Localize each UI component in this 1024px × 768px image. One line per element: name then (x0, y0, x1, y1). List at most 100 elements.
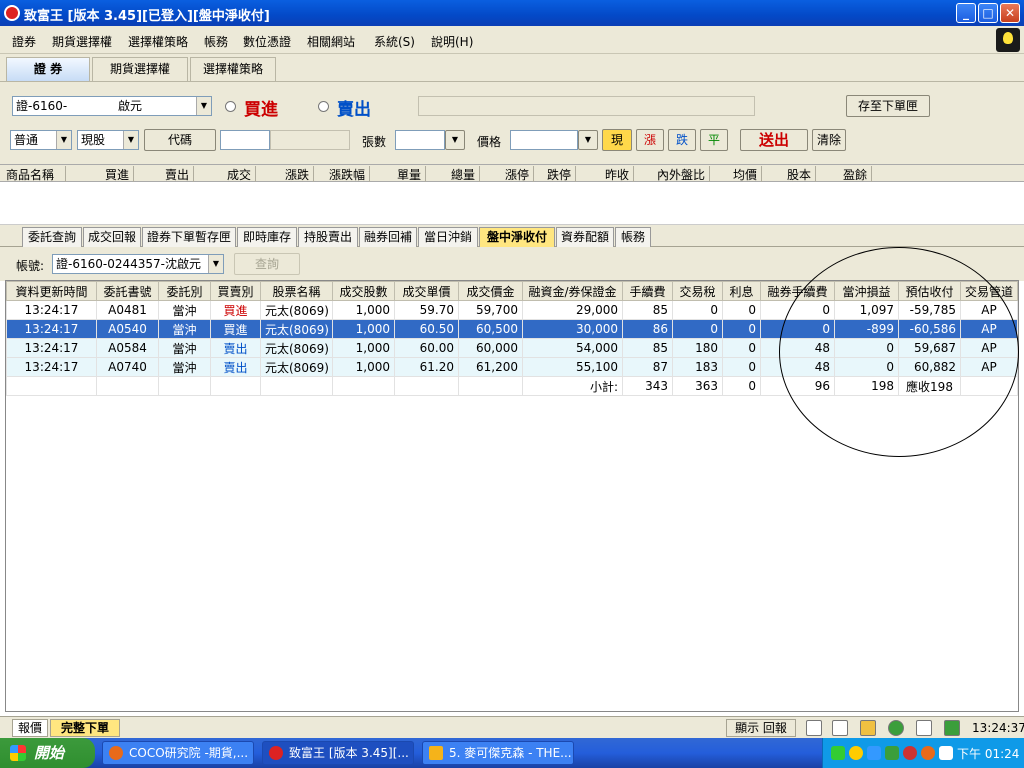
tab-short-cover[interactable]: 融券回補 (359, 227, 417, 247)
tab-quotes[interactable]: 報價 (12, 719, 48, 737)
column-header[interactable]: 交易管道 (960, 281, 1018, 301)
tab-accounting[interactable]: 帳務 (615, 227, 651, 247)
maximize-button[interactable]: □ (978, 3, 998, 23)
menu-accounting[interactable]: 帳務 (204, 33, 228, 50)
price-now-button[interactable]: 現 (602, 129, 632, 151)
tab-inventory[interactable]: 即時庫存 (237, 227, 297, 247)
close-button[interactable]: ✕ (1000, 3, 1020, 23)
table-cell: AP (960, 357, 1018, 377)
price-dropdown[interactable]: ▼ (578, 130, 598, 150)
show-report-button[interactable]: 顯示 回報 (726, 719, 796, 737)
query-button[interactable]: 查詢 (234, 253, 300, 275)
quote-col-avg-price: 均價 (710, 166, 762, 182)
column-header[interactable]: 利息 (722, 281, 761, 301)
tab-futures-options[interactable]: 期貨選擇權 (92, 57, 188, 81)
table-cell: 61,200 (458, 357, 523, 377)
task-media-player[interactable]: 5. 麥可傑克森 - THE... (422, 741, 574, 765)
table-cell: 當沖 (158, 300, 211, 320)
tab-intraday-net[interactable]: 盤中淨收付 (479, 227, 555, 247)
send-button[interactable]: 送出 (740, 129, 808, 151)
check-icon[interactable] (888, 720, 904, 736)
antivirus-icon[interactable] (903, 746, 917, 760)
quantity-input[interactable] (395, 130, 445, 150)
quantity-label: 張數 (362, 135, 387, 149)
table-row[interactable]: 13:24:17 A0584 當沖 賣出 元太(8069) 1,000 60.00 60,00… (6, 338, 1018, 358)
table-cell: 元太(8069) (260, 338, 333, 358)
column-header[interactable]: 融券手續費 (760, 281, 835, 301)
column-header[interactable]: 買賣別 (210, 281, 261, 301)
tray-app-icon[interactable] (867, 746, 881, 760)
stock-kind-select[interactable]: 現股 ▼ (77, 130, 139, 150)
column-header[interactable]: 資料更新時間 (6, 281, 97, 301)
tab-fill-report[interactable]: 成交回報 (83, 227, 141, 247)
clear-button[interactable]: 清除 (812, 129, 846, 151)
stock-code-input[interactable] (220, 130, 270, 150)
messenger-icon[interactable] (849, 746, 863, 760)
table-row[interactable]: 13:24:17 A0740 當沖 賣出 元太(8069) 1,000 61.20 61,20… (6, 357, 1018, 377)
task-trading-app[interactable]: 致富王 [版本 3.45][... (262, 741, 414, 765)
column-header[interactable]: 手續費 (622, 281, 673, 301)
menu-digital-cert[interactable]: 數位憑證 (243, 33, 291, 50)
menu-option-strategy[interactable]: 選擇權策略 (128, 33, 188, 50)
tab-margin-quota[interactable]: 資券配額 (556, 227, 614, 247)
sell-radio[interactable] (318, 101, 329, 112)
menu-help[interactable]: 說明(H) (431, 33, 473, 50)
quantity-dropdown[interactable]: ▼ (445, 130, 465, 150)
buy-label[interactable]: 買進 (244, 95, 278, 120)
external-link-icon[interactable] (832, 720, 848, 736)
calendar-icon[interactable] (806, 720, 822, 736)
top-tab-strip: 證 券 期貨選擇權 選擇權策略 (0, 54, 1024, 82)
menu-related-sites[interactable]: 相關網站 (307, 33, 355, 50)
column-header[interactable]: 交易稅 (672, 281, 723, 301)
price-down-button[interactable]: 跌 (668, 129, 696, 151)
column-header[interactable]: 委託別 (158, 281, 211, 301)
tab-option-strategy[interactable]: 選擇權策略 (190, 57, 276, 81)
price-input[interactable] (510, 130, 578, 150)
save-to-tray-button[interactable]: 存至下單匣 (846, 95, 930, 117)
column-header[interactable]: 預估收付 (898, 281, 961, 301)
price-up-button[interactable]: 漲 (636, 129, 664, 151)
chart-icon[interactable] (916, 720, 932, 736)
minimize-button[interactable]: _ (956, 3, 976, 23)
tab-holdings-sell[interactable]: 持股賣出 (298, 227, 358, 247)
security-icon[interactable] (885, 746, 899, 760)
order-type-select[interactable]: 普通 ▼ (10, 130, 72, 150)
menu-securities[interactable]: 證券 (12, 33, 36, 50)
menu-system[interactable]: 系統(S) (374, 33, 415, 50)
quote-row[interactable] (0, 183, 1024, 225)
buy-radio[interactable] (225, 101, 236, 112)
volume-icon[interactable] (939, 746, 953, 760)
table-row[interactable]: 13:24:17 A0540 當沖 買進 元太(8069) 1,000 60.50 60,50… (6, 319, 1018, 339)
sell-label[interactable]: 賣出 (337, 95, 371, 120)
table-row[interactable]: 13:24:17 A0481 當沖 買進 元太(8069) 1,000 59.70 59,70… (6, 300, 1018, 320)
column-header[interactable]: 當沖損益 (834, 281, 899, 301)
table-cell: 賣出 (210, 338, 261, 358)
tab-securities[interactable]: 證 券 (6, 57, 90, 81)
menu-futures-options[interactable]: 期貨選擇權 (52, 33, 112, 50)
firefox-tray-icon[interactable] (921, 746, 935, 760)
network-icon[interactable] (831, 746, 845, 760)
lightbulb-icon[interactable] (996, 28, 1020, 52)
account-dropdown-value: 證-6160-0244357-沈啟元 (56, 257, 201, 271)
tab-order-tray[interactable]: 證券下單暫存匣 (142, 227, 236, 247)
column-header[interactable]: 成交單價 (394, 281, 459, 301)
column-header[interactable]: 委託書號 (96, 281, 159, 301)
tab-order-query[interactable]: 委託查詢 (22, 227, 82, 247)
price-flat-button[interactable]: 平 (700, 129, 728, 151)
tab-full-order[interactable]: 完整下單 (50, 719, 120, 737)
code-button[interactable]: 代碼 (144, 129, 216, 151)
tab-day-trade[interactable]: 當日沖銷 (418, 227, 478, 247)
table-cell: 54,000 (522, 338, 623, 358)
refresh-icon[interactable] (944, 720, 960, 736)
task-browser[interactable]: COCO研究院 -期貨,... (102, 741, 254, 765)
account-select[interactable]: 證-6160- 啟元 ▼ (12, 96, 212, 116)
start-button[interactable]: 開始 (0, 738, 95, 768)
column-header[interactable]: 成交股數 (332, 281, 395, 301)
account-dropdown[interactable]: 證-6160-0244357-沈啟元 ▼ (52, 254, 224, 274)
column-header[interactable]: 成交價金 (458, 281, 523, 301)
column-header[interactable]: 融資金/券保證金 (522, 281, 623, 301)
subtotal-cell (6, 376, 97, 396)
lock-icon[interactable] (860, 720, 876, 736)
table-cell: 當沖 (158, 338, 211, 358)
column-header[interactable]: 股票名稱 (260, 281, 333, 301)
